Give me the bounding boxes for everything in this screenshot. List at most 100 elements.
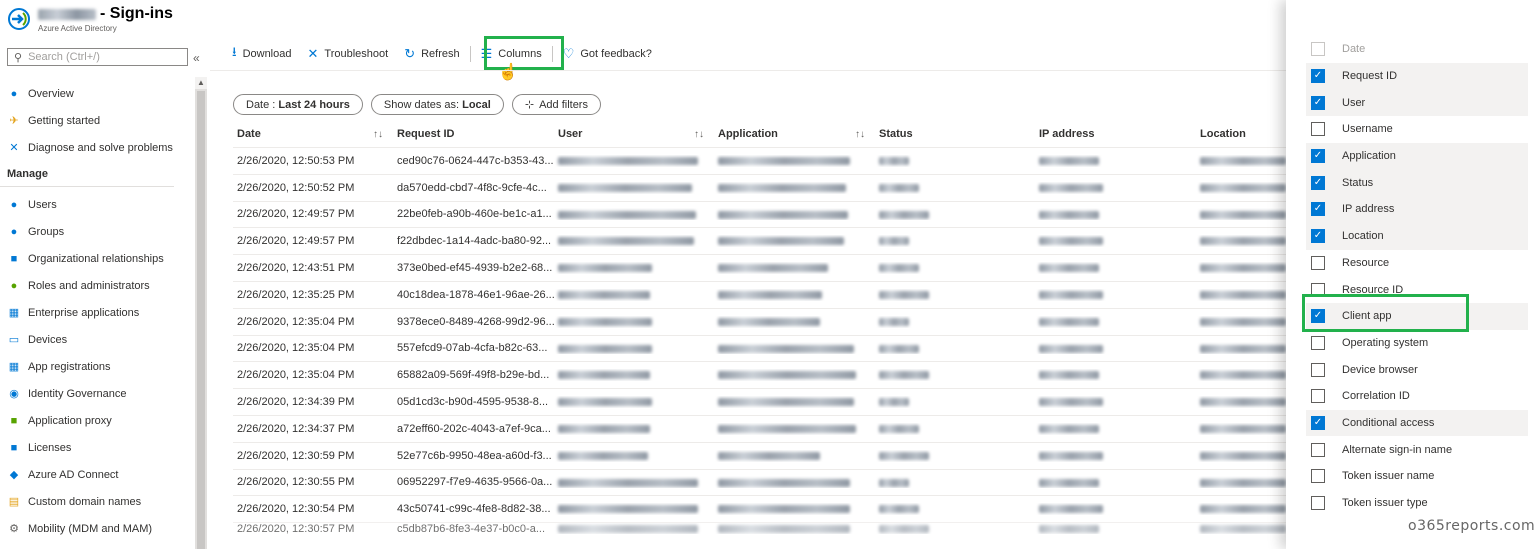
table-row[interactable]: 2/26/2020, 12:35:04 PM 9378ece0-8489-4268… — [233, 307, 1286, 335]
column-option-user[interactable]: ✓ User — [1306, 89, 1528, 117]
sidebar-item-devices[interactable]: ▭ Devices — [0, 326, 190, 353]
sidebar-item-label: Application proxy — [28, 414, 112, 427]
column-option-ip-address[interactable]: ✓ IP address — [1306, 196, 1528, 223]
column-option-label: Request ID — [1342, 70, 1398, 83]
date-filter-pill[interactable]: Date : Last 24 hours — [233, 94, 363, 115]
identity-governance-icon: ◉ — [9, 388, 19, 400]
checkbox-unchecked-icon[interactable] — [1311, 442, 1325, 457]
sidebar-item-organizational-relationships[interactable]: ■ Organizational relationships — [0, 245, 190, 272]
table-row[interactable]: 2/26/2020, 12:30:54 PM 43c50741-c99c-4fe8… — [233, 495, 1286, 522]
column-option-device-browser[interactable]: Device browser — [1306, 356, 1528, 383]
table-row[interactable]: 2/26/2020, 12:30:57 PM c5db87b6-8fe3-4e37… — [233, 522, 1286, 534]
table-row[interactable]: 2/26/2020, 12:43:51 PM 373e0bed-ef45-4939… — [233, 254, 1286, 281]
column-option-request-id[interactable]: ✓ Request ID — [1306, 62, 1528, 90]
table-row[interactable]: 2/26/2020, 12:30:59 PM 52e77c6b-9950-48ea… — [233, 441, 1286, 469]
table-row[interactable]: 2/26/2020, 12:35:04 PM 65882a09-569f-49f8… — [233, 361, 1286, 388]
checkbox-unchecked-icon[interactable] — [1311, 496, 1325, 511]
status-cell-redacted — [875, 503, 1035, 515]
column-option-operating-system[interactable]: Operating system — [1306, 330, 1528, 357]
column-option-label: User — [1342, 96, 1366, 109]
table-row[interactable]: 2/26/2020, 12:30:55 PM 06952297-f7e9-4635… — [233, 468, 1286, 496]
column-option-token-issuer-type[interactable]: Token issuer type — [1306, 490, 1528, 517]
column-option-conditional-access[interactable]: ✓ Conditional access — [1306, 409, 1528, 437]
checkbox-unchecked-icon[interactable] — [1311, 122, 1325, 137]
column-header-request-id[interactable]: Request ID — [393, 128, 554, 140]
sidebar-item-custom-domain-names[interactable]: ▤ Custom domain names — [0, 488, 190, 515]
table-row[interactable]: 2/26/2020, 12:50:52 PM da570edd-cbd7-4f8c… — [233, 173, 1286, 201]
sort-icon[interactable]: ↑↓ — [373, 129, 383, 140]
sidebar-item-groups[interactable]: ● Groups — [0, 218, 190, 245]
checkbox-checked-icon[interactable]: ✓ — [1311, 69, 1325, 84]
column-header-ip-address[interactable]: IP address — [1035, 128, 1196, 140]
collapse-sidebar-icon[interactable]: « — [193, 51, 200, 65]
scroll-up-icon[interactable]: ▲ — [195, 77, 207, 89]
user-icon: ● — [10, 198, 18, 211]
table-body: 2/26/2020, 12:50:53 PM ced90c76-0624-447c… — [233, 147, 1286, 534]
user-cell-redacted — [554, 262, 714, 274]
sidebar-item-licenses[interactable]: ■ Licenses — [0, 434, 190, 461]
sidebar-item-identity-governance[interactable]: ◉ Identity Governance — [0, 380, 190, 407]
column-option-application[interactable]: ✓ Application — [1306, 142, 1528, 170]
sidebar-item-mobility-mdm-and-mam[interactable]: ⚙ Mobility (MDM and MAM) — [0, 515, 190, 542]
table-row[interactable]: 2/26/2020, 12:49:57 PM 22be0feb-a90b-460e… — [233, 200, 1286, 228]
sidebar-item-users[interactable]: ● Users — [0, 191, 190, 218]
user-cell-redacted — [554, 182, 714, 194]
checkbox-checked-icon[interactable]: ✓ — [1311, 175, 1325, 190]
user-cell-redacted — [554, 450, 714, 462]
table-row[interactable]: 2/26/2020, 12:50:53 PM ced90c76-0624-447c… — [233, 147, 1286, 174]
sort-icon[interactable]: ↑↓ — [694, 129, 704, 140]
checkbox-unchecked-icon[interactable] — [1311, 389, 1325, 404]
checkbox-unchecked-icon[interactable] — [1311, 255, 1325, 270]
user-cell-redacted — [554, 208, 714, 220]
sidebar-item-diagnose-and-solve-problems[interactable]: ✕ Diagnose and solve problems — [0, 134, 190, 161]
redacted-text — [879, 183, 919, 192]
checkbox-checked-icon[interactable]: ✓ — [1311, 149, 1325, 164]
column-option-alternate-sign-in-name[interactable]: Alternate sign-in name — [1306, 436, 1528, 463]
redacted-text — [879, 237, 909, 246]
table-row[interactable]: 2/26/2020, 12:34:39 PM 05d1cd3c-b90d-4595… — [233, 388, 1286, 415]
checkbox-checked-icon[interactable]: ✓ — [1311, 95, 1325, 110]
sidebar-item-roles-and-administrators[interactable]: ● Roles and administrators — [0, 272, 190, 299]
sidebar-item-app-registrations[interactable]: ▦ App registrations — [0, 353, 190, 380]
checkbox-checked-icon[interactable]: ✓ — [1311, 229, 1325, 244]
add-filters-button[interactable]: ⊹ Add filters — [511, 94, 601, 115]
table-row[interactable]: 2/26/2020, 12:49:57 PM f22dbdec-1a14-4adc… — [233, 227, 1286, 254]
column-header-status[interactable]: Status — [875, 128, 1035, 140]
column-option-token-issuer-name[interactable]: Token issuer name — [1306, 463, 1528, 490]
sort-icon[interactable]: ↑↓ — [855, 129, 865, 140]
checkbox-checked-icon[interactable]: ✓ — [1311, 415, 1325, 430]
sidebar-scrollbar[interactable]: ▲ — [195, 77, 207, 549]
scrollbar-thumb[interactable] — [197, 91, 205, 549]
feedback-button[interactable]: ♡ Got feedback? — [555, 41, 660, 67]
sidebar-item-application-proxy[interactable]: ■ Application proxy — [0, 407, 190, 434]
application-cell-redacted — [714, 342, 875, 354]
sidebar-item-azure-ad-connect[interactable]: ◆ Azure AD Connect — [0, 461, 190, 488]
column-option-username[interactable]: Username — [1306, 116, 1528, 143]
checkbox-unchecked-icon[interactable] — [1311, 362, 1325, 377]
table-row[interactable]: 2/26/2020, 12:34:37 PM a72eff60-202c-4043… — [233, 414, 1286, 442]
column-option-resource[interactable]: Resource — [1306, 250, 1528, 277]
column-option-location[interactable]: ✓ Location — [1306, 222, 1528, 250]
column-header-application[interactable]: Application ↑↓ — [714, 128, 875, 140]
checkbox-checked-icon[interactable]: ✓ — [1311, 202, 1325, 217]
column-option-correlation-id[interactable]: Correlation ID — [1306, 383, 1528, 410]
column-option-status[interactable]: ✓ Status — [1306, 169, 1528, 197]
refresh-button[interactable]: ↻ Refresh — [396, 41, 467, 67]
table-row[interactable]: 2/26/2020, 12:35:25 PM 40c18dea-1878-46e1… — [233, 280, 1286, 308]
troubleshoot-label: Troubleshoot — [324, 48, 389, 60]
sidebar-item-getting-started[interactable]: ✈ Getting started — [0, 107, 190, 134]
troubleshoot-button[interactable]: ✕ Troubleshoot — [299, 41, 396, 67]
column-header-date[interactable]: Date ↑↓ — [233, 128, 393, 140]
checkbox-unchecked-icon[interactable] — [1311, 335, 1325, 350]
column-option-label: Operating system — [1342, 336, 1429, 349]
show-dates-pill[interactable]: Show dates as: Local — [370, 94, 504, 115]
download-button[interactable]: ⭳ Download — [224, 41, 299, 67]
checkbox-unchecked-icon[interactable] — [1311, 469, 1325, 484]
redacted-text — [879, 398, 909, 407]
sidebar-item-enterprise-applications[interactable]: ▦ Enterprise applications — [0, 299, 190, 326]
column-header-user[interactable]: User ↑↓ — [554, 128, 714, 140]
table-row[interactable]: 2/26/2020, 12:35:04 PM 557efcd9-07ab-4cfa… — [233, 334, 1286, 362]
sidebar-search-input[interactable]: ⚲ Search (Ctrl+/) — [7, 48, 188, 66]
sidebar-item-overview[interactable]: ● Overview — [0, 80, 190, 107]
column-header-location[interactable]: Location — [1196, 128, 1286, 140]
